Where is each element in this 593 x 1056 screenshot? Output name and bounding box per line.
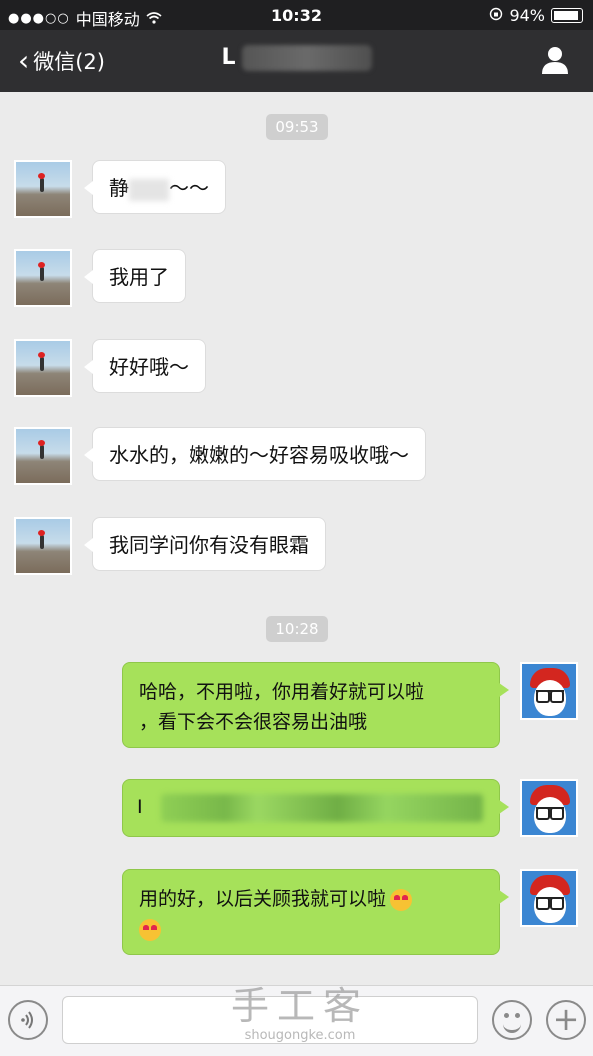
message-input[interactable] (62, 996, 478, 1044)
contact-avatar[interactable] (14, 339, 72, 397)
timestamp-chip: 10:28 (266, 616, 328, 642)
input-bar: + (0, 985, 593, 1056)
heart-eyes-emoji-icon (139, 918, 161, 941)
message-bubble-outgoing[interactable]: 用的好，以后关顾我就可以啦 (122, 869, 509, 955)
battery-icon (551, 8, 583, 23)
heart-eyes-emoji-icon (390, 888, 413, 911)
contact-avatar[interactable] (14, 517, 72, 575)
nav-bar: ‹ 微信(2) L (0, 30, 593, 92)
emoji-icon (503, 1021, 521, 1033)
contact-avatar[interactable] (14, 427, 72, 485)
timestamp-chip: 09:53 (266, 114, 328, 140)
message-bubble-incoming[interactable]: 好好哦～ (84, 339, 206, 393)
contact-avatar[interactable] (14, 249, 72, 307)
status-bar: ●●●○○ 中国移动 10:32 94% (0, 0, 593, 30)
my-avatar[interactable] (520, 869, 578, 927)
emoji-button[interactable] (492, 1000, 532, 1040)
message-bubble-incoming[interactable]: 我同学问你有没有眼霜 (84, 517, 326, 571)
message-bubble-incoming[interactable]: 静～～ (84, 160, 226, 214)
voice-icon (21, 1011, 33, 1029)
contact-info-button[interactable] (539, 44, 571, 76)
voice-input-button[interactable] (8, 1000, 48, 1040)
more-button[interactable]: + (546, 1000, 586, 1040)
message-text-start: I (137, 796, 143, 818)
message-line: 哈哈，不用啦，你用着好就可以啦 (139, 681, 425, 703)
rotation-lock-icon (489, 6, 503, 25)
title-redaction (241, 45, 372, 71)
message-bubble-incoming[interactable]: 我用了 (84, 249, 186, 303)
message-line: 用的好，以后关顾我就可以啦 (139, 888, 387, 910)
chat-title: L (0, 45, 593, 71)
battery-percent: 94% (509, 6, 545, 25)
message-bubble-incoming[interactable]: 水水的，嫩嫩的～好容易吸收哦～ (84, 427, 426, 481)
plus-icon: + (552, 1000, 580, 1038)
my-avatar[interactable] (520, 779, 578, 837)
my-avatar[interactable] (520, 662, 578, 720)
message-redaction (161, 794, 483, 822)
contact-avatar[interactable] (14, 160, 72, 218)
person-icon (542, 47, 568, 74)
chat-title-text: L (221, 45, 236, 70)
message-bubble-outgoing[interactable]: 哈哈，不用啦，你用着好就可以啦 ，看下会不会很容易出油哦 (122, 662, 509, 748)
text-redaction (129, 178, 169, 201)
message-line: ，看下会不会很容易出油哦 (139, 711, 368, 733)
message-bubble-outgoing[interactable]: I (122, 779, 509, 837)
